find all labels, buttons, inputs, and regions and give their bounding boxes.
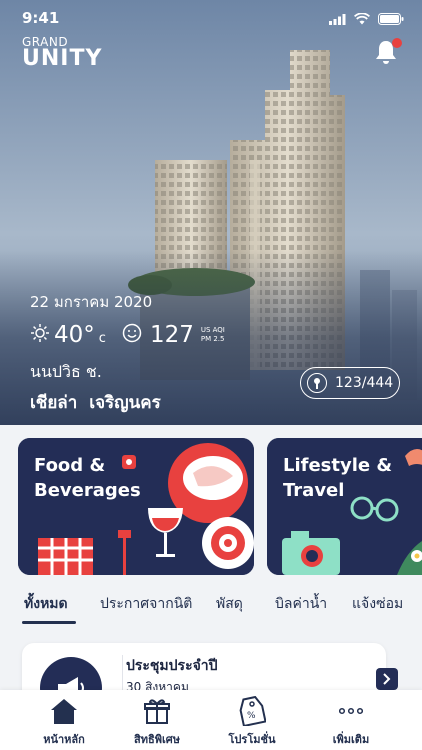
tab-water-bill[interactable]: บิลค่าน้ำ — [275, 593, 327, 615]
category-title-food-line2: Beverages — [34, 480, 141, 502]
aqi-value: 127 — [149, 322, 194, 348]
aqi-label-2: PM 2.5 — [200, 335, 225, 343]
battery-icon — [378, 10, 404, 29]
status-bar: 9:41 — [0, 0, 422, 34]
temperature: 40° — [54, 322, 95, 348]
tab-announcements[interactable]: ประกาศจากนิติ — [100, 593, 192, 615]
hero-info: 22 มกราคม 2020 40° c 127 US AQI PM 2.5 น… — [30, 290, 225, 416]
nav-privileges[interactable]: สิทธิพิเศษ — [117, 696, 197, 748]
tag-icon: % — [212, 696, 292, 726]
current-date: 22 มกราคม 2020 — [30, 293, 153, 311]
nav-home[interactable]: หน้าหลัก — [24, 696, 104, 748]
sun-icon — [30, 323, 50, 347]
category-title-food: Food & Beverages — [34, 453, 141, 503]
aqi-label-1: US AQI — [200, 325, 225, 334]
brand-logo-line2: UNITY — [22, 46, 103, 71]
temperature-unit: c — [98, 331, 106, 346]
nav-more-label: เพิ่มเติม — [332, 733, 370, 746]
category-title-lifestyle-line1: Lifestyle & — [283, 455, 393, 476]
svg-text:%: % — [247, 711, 256, 721]
wifi-icon — [353, 10, 371, 29]
hero-banner: 9:41 GRAND UNITY 22 มกราคม 2020 40° c 12… — [0, 0, 422, 425]
gift-icon — [117, 696, 197, 726]
key-icon — [307, 373, 327, 393]
home-screen: 9:41 GRAND UNITY 22 มกราคม 2020 40° c 12… — [0, 0, 422, 750]
bottom-navigation: หน้าหลัก สิทธิพิเศษ % โปรโมชั่น เพิ่มเติ… — [0, 690, 422, 750]
tab-parcels[interactable]: พัสดุ — [216, 593, 243, 615]
resident-first-name: เชียล่า — [30, 393, 78, 413]
category-card-food[interactable]: Food & Beverages — [18, 438, 254, 575]
category-title-food-line1: Food & — [34, 455, 106, 476]
resident-last-name: เจริญนคร — [89, 393, 161, 413]
status-icons — [329, 10, 404, 29]
notification-badge — [392, 38, 402, 48]
nav-promotions[interactable]: % โปรโมชั่น — [212, 696, 292, 748]
notification-button[interactable] — [372, 38, 402, 68]
tab-repair[interactable]: แจ้งซ่อม — [352, 593, 403, 615]
tab-all[interactable]: ทั้งหมด — [24, 593, 68, 615]
status-time: 9:41 — [22, 9, 60, 27]
news-next-button[interactable] — [376, 668, 398, 690]
category-title-lifestyle: Lifestyle & Travel — [283, 453, 392, 503]
signal-icon — [329, 10, 346, 29]
nav-privileges-label: สิทธิพิเศษ — [134, 733, 180, 746]
unit-number: 123/444 — [335, 375, 394, 391]
more-icon — [311, 696, 391, 726]
unit-selector-button[interactable]: 123/444 — [300, 367, 400, 399]
active-tab-indicator — [22, 621, 76, 624]
feed-tabs: ทั้งหมด ประกาศจากนิติ พัสดุ บิลค่าน้ำ แจ… — [0, 585, 422, 625]
resident-name: เชียล่า เจริญนคร — [30, 389, 225, 416]
smiley-icon — [122, 323, 142, 347]
nav-more[interactable]: เพิ่มเติม — [311, 696, 391, 748]
brand-logo: GRAND UNITY — [22, 36, 102, 70]
resident-title: นนปวิธ ช. — [30, 362, 102, 381]
category-title-lifestyle-line2: Travel — [283, 480, 345, 502]
category-card-lifestyle[interactable]: Lifestyle & Travel — [267, 438, 422, 575]
weather-row: 40° c 127 US AQI PM 2.5 — [30, 322, 225, 348]
chevron-right-icon — [383, 673, 391, 685]
aqi-label: US AQI PM 2.5 — [201, 326, 225, 344]
news-title: ประชุมประจำปี — [126, 658, 218, 674]
nav-home-label: หน้าหลัก — [43, 733, 85, 746]
nav-promotions-label: โปรโมชั่น — [228, 733, 276, 746]
home-icon — [24, 696, 104, 726]
